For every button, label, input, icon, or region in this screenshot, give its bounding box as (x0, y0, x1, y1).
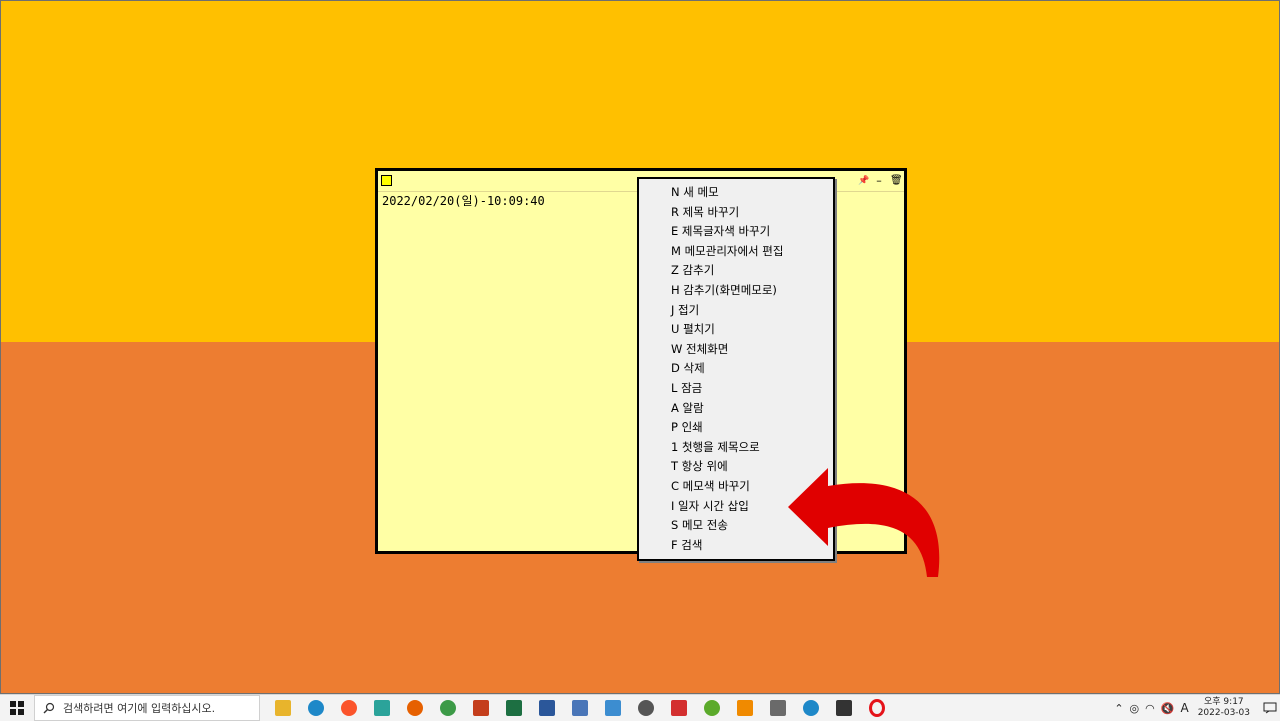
search-icon (43, 702, 55, 714)
taskbar-app-vlc[interactable] (728, 695, 761, 721)
excel-icon (505, 700, 522, 716)
brave-icon (340, 700, 357, 716)
calculator-icon (769, 700, 786, 716)
taskbar-app-app-red[interactable] (662, 695, 695, 721)
taskbar-pinned-apps (266, 695, 893, 721)
windows-taskbar: 검색하려면 여기에 입력하십시오. ⌃ ◎ ◠ 🔇 A 오후 9:17 2022… (0, 694, 1280, 721)
taskbar-app-app-green-2[interactable] (695, 695, 728, 721)
context-menu-item[interactable]: I 일자 시간 삽입 (671, 497, 749, 516)
taskbar-app-app-notes[interactable] (827, 695, 860, 721)
context-menu-item[interactable]: N 새 메모 (671, 183, 719, 202)
app-red-icon (670, 700, 687, 716)
edge-alt-icon (802, 700, 819, 716)
red-curved-arrow-icon (788, 468, 940, 577)
taskbar-app-word[interactable] (530, 695, 563, 721)
app-notes-icon (835, 700, 852, 716)
app-green-icon (373, 700, 390, 716)
minimize-button[interactable]: – (874, 174, 884, 188)
context-menu-item[interactable]: T 항상 위에 (671, 457, 728, 476)
ime-indicator[interactable]: A (1180, 701, 1188, 715)
taskbar-clock[interactable]: 오후 9:17 2022-03-03 (1198, 697, 1250, 719)
vlc-icon (736, 700, 753, 716)
powerpoint-icon (472, 700, 489, 716)
context-menu-item[interactable]: A 알람 (671, 399, 704, 418)
taskbar-app-edge[interactable] (299, 695, 332, 721)
taskbar-app-excel[interactable] (497, 695, 530, 721)
context-menu-item[interactable]: P 인쇄 (671, 418, 703, 437)
context-menu-item[interactable]: U 펼치기 (671, 320, 715, 339)
memo-content-text[interactable]: 2022/02/20(일)-10:09:40 (382, 192, 545, 209)
context-menu-item[interactable]: C 메모색 바꾸기 (671, 477, 750, 496)
chrome-icon (439, 700, 456, 716)
word-icon (538, 700, 555, 716)
taskbar-app-brave[interactable] (332, 695, 365, 721)
taskbar-app-app-pen[interactable] (629, 695, 662, 721)
taskbar-app-app-green[interactable] (365, 695, 398, 721)
context-menu-item[interactable]: 1 첫행을 제목으로 (671, 438, 760, 457)
context-menu-item[interactable]: Z 감추기 (671, 261, 714, 280)
camera-icon[interactable]: ◎ (1130, 702, 1140, 715)
delete-icon[interactable]: 🗑 (890, 174, 903, 188)
firefox-icon (406, 700, 423, 716)
taskbar-app-chrome[interactable] (431, 695, 464, 721)
app-green-2-icon (703, 700, 720, 716)
wifi-icon[interactable]: ◠ (1145, 702, 1155, 715)
chevron-up-icon[interactable]: ⌃ (1114, 702, 1123, 715)
context-menu-item[interactable]: E 제목글자색 바꾸기 (671, 222, 770, 241)
search-placeholder: 검색하려면 여기에 입력하십시오. (63, 702, 216, 715)
taskbar-app-powerpoint[interactable] (464, 695, 497, 721)
context-menu-item[interactable]: R 제목 바꾸기 (671, 203, 739, 222)
context-menu-item[interactable]: J 접기 (671, 301, 699, 320)
opera-icon (868, 699, 885, 717)
context-menu-item[interactable]: S 메모 전송 (671, 516, 728, 535)
start-button[interactable] (0, 695, 34, 721)
context-menu-item[interactable]: D 삭제 (671, 359, 705, 378)
taskbar-app-app-blue-1[interactable] (563, 695, 596, 721)
pin-icon[interactable]: 📌 (858, 174, 869, 188)
app-pen-icon (637, 700, 654, 716)
windows-logo-icon (10, 701, 24, 715)
taskbar-app-edge-alt[interactable] (794, 695, 827, 721)
speaker-muted-icon[interactable]: 🔇 (1161, 702, 1175, 715)
context-menu-item[interactable]: M 메모관리자에서 편집 (671, 242, 783, 261)
taskbar-app-calculator[interactable] (761, 695, 794, 721)
app-blue-2-icon (604, 700, 621, 716)
taskbar-app-opera[interactable] (860, 695, 893, 721)
memo-color-square-icon[interactable] (381, 175, 392, 186)
taskbar-app-file-explorer[interactable] (266, 695, 299, 721)
system-tray: ⌃ ◎ ◠ 🔇 A 오후 9:17 2022-03-03 (1111, 695, 1280, 721)
edge-icon (307, 700, 324, 716)
file-explorer-icon (274, 700, 291, 716)
clock-date: 2022-03-03 (1197, 708, 1250, 718)
app-blue-1-icon (571, 700, 588, 716)
taskbar-app-app-blue-2[interactable] (596, 695, 629, 721)
context-menu-item[interactable]: L 잠금 (671, 379, 702, 398)
context-menu-item[interactable]: F 검색 (671, 536, 702, 555)
memo-window-controls: 📌 – 🗑 (858, 174, 903, 188)
taskbar-app-firefox[interactable] (398, 695, 431, 721)
context-menu-item[interactable]: W 전체화면 (671, 340, 728, 359)
taskbar-search-box[interactable]: 검색하려면 여기에 입력하십시오. (34, 695, 260, 721)
clock-time: 오후 9:17 (1204, 697, 1244, 707)
notification-icon[interactable] (1260, 695, 1280, 721)
context-menu-item[interactable]: H 감추기(화면메모로) (671, 281, 777, 300)
